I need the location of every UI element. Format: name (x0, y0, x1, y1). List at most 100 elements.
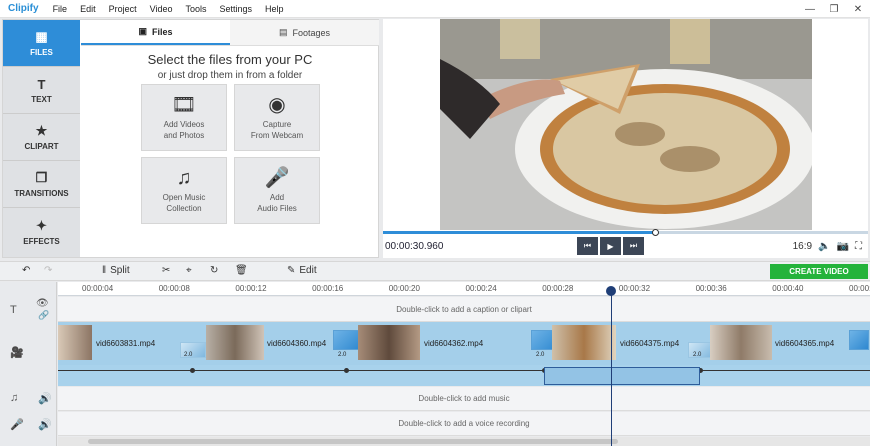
music-notes-icon: ♫ (176, 166, 192, 189)
clip-name[interactable]: vid6604360.mp4 (267, 339, 326, 348)
tile-label: From Webcam (250, 130, 304, 140)
cut-icon[interactable]: ✂ (162, 265, 170, 276)
create-video-button[interactable]: CREATE VIDEO (770, 264, 868, 279)
add-audio-files-button[interactable]: 🎤 Add Audio Files (234, 157, 320, 224)
ruler-tick-label: 00:00:36 (695, 284, 727, 293)
files-tabs: ▣ Files ▤ Footages (81, 20, 379, 46)
sidebar-item-effects[interactable]: ✦ EFFECTS (3, 208, 80, 255)
clip-thumbnail (206, 325, 264, 360)
video-track[interactable]: vid6603831.mp4 2.0 vid6604360.mp4 2.0 vi… (58, 322, 870, 386)
rotate-icon[interactable]: ↻ (210, 265, 218, 276)
menu-tools[interactable]: Tools (185, 4, 206, 14)
transition-duration: 2.0 (536, 352, 545, 358)
restore-icon[interactable]: ❐ (822, 0, 846, 18)
selected-clip-range[interactable] (544, 367, 700, 385)
files-icon: ▦ (35, 29, 48, 44)
timeline-scrollbar[interactable] (58, 437, 870, 446)
ruler-tick-label: 00:00:24 (465, 284, 497, 293)
menu-bar: File Edit Project Video Tools Settings H… (53, 4, 284, 14)
close-icon[interactable]: ✕ (846, 0, 870, 18)
title-bar: Clipify File Edit Project Video Tools Se… (0, 0, 870, 18)
tab-label: Files (152, 26, 173, 37)
undo-icon[interactable]: ↶ (22, 265, 30, 276)
progress-knob[interactable] (651, 229, 659, 236)
transition-duration: 2.0 (184, 352, 193, 358)
tab-files[interactable]: ▣ Files (81, 20, 230, 45)
aspect-ratio-selector[interactable]: 16:9 (793, 241, 812, 252)
window-controls: — ❐ ✕ (798, 0, 870, 18)
sidebar-item-label: CLIPART (24, 142, 59, 151)
text-icon: T (37, 76, 46, 92)
timeline-ruler[interactable]: 00:00:04 00:00:08 00:00:12 00:00:16 00:00:20… (58, 282, 870, 296)
menu-help[interactable]: Help (265, 4, 284, 14)
files-panel: ▦ FILES T TEXT ★ CLIPART ❐ TRANSITIONS ✦… (2, 19, 379, 258)
playhead-handle[interactable] (606, 286, 616, 296)
previous-button[interactable]: ⏮ (577, 237, 598, 255)
magic-wand-icon: ✦ (36, 217, 47, 233)
tile-label: Open Music (162, 192, 206, 202)
crop-icon[interactable]: ⌖ (186, 265, 192, 276)
play-button[interactable]: ▶ (600, 237, 621, 255)
text-track-icon: T (10, 304, 17, 316)
clip-name[interactable]: vid6603831.mp4 (96, 339, 155, 348)
music-track[interactable]: Double-click to add music (58, 387, 870, 411)
menu-file[interactable]: File (53, 4, 68, 14)
timeline-toolbar: ↶ ↷ ‖ Split ✂ ⌖ ↻ 🗑 ✎ Edit CREATE VIDEO (0, 261, 870, 281)
eye-icon[interactable]: 👁 (36, 298, 49, 309)
menu-settings[interactable]: Settings (219, 4, 252, 14)
clip-name[interactable]: vid6604365.mp4 (775, 339, 834, 348)
playback-progress-bar[interactable] (383, 229, 868, 236)
transition-thumbnail[interactable] (333, 330, 361, 350)
minimize-icon[interactable]: — (798, 0, 822, 18)
files-title: Select the files from your PC (147, 52, 313, 67)
link-icon[interactable]: 🔗 (38, 310, 49, 321)
ruler-tick-label: 00:00:28 (542, 284, 574, 293)
sidebar-item-label: FILES (30, 48, 53, 57)
video-frame-image (440, 19, 812, 230)
transition-thumbnail[interactable] (849, 330, 869, 350)
sidebar-item-transitions[interactable]: ❐ TRANSITIONS (3, 161, 80, 208)
next-button[interactable]: ⏭ (623, 237, 644, 255)
sidebar: ▦ FILES T TEXT ★ CLIPART ❐ TRANSITIONS ✦… (3, 20, 80, 257)
clip-boundary-marker[interactable] (344, 368, 349, 373)
playback-controls: ⏮ ▶ ⏭ (577, 237, 644, 255)
skip-forward-icon: ⏭ (629, 241, 638, 250)
sidebar-item-label: EFFECTS (23, 236, 60, 246)
edit-icon: ✎ (287, 265, 296, 276)
volume-icon[interactable]: 🔈 (818, 241, 830, 252)
files-subtitle: or just drop them in from a folder (157, 70, 303, 81)
scrollbar-thumb[interactable] (88, 439, 618, 444)
caption-hint: Double-click to add a caption or clipart (396, 304, 532, 314)
menu-video[interactable]: Video (150, 4, 173, 14)
film-camera-icon: 🎞 (171, 93, 197, 116)
ruler-tick-label: 00:00:4 (849, 284, 870, 293)
clip-boundary-marker[interactable] (190, 368, 195, 373)
clip-name[interactable]: vid6604362.mp4 (424, 339, 483, 348)
voice-track[interactable]: Double-click to add a voice recording (58, 412, 870, 436)
volume-icon[interactable]: 🔊 (38, 392, 52, 405)
tile-label: Capture (262, 119, 292, 129)
edit-button[interactable]: ✎ Edit (287, 265, 317, 276)
clip-thumbnail (358, 325, 420, 360)
caption-track[interactable]: Double-click to add a caption or clipart (58, 297, 870, 322)
tab-footages[interactable]: ▤ Footages (230, 20, 379, 45)
volume-icon[interactable]: 🔊 (38, 418, 52, 431)
split-button[interactable]: ‖ Split (102, 265, 130, 276)
sidebar-item-clipart[interactable]: ★ CLIPART (3, 114, 80, 161)
fullscreen-icon[interactable]: ⛶ (855, 241, 862, 252)
add-videos-photos-button[interactable]: 🎞 Add Videos and Photos (141, 84, 227, 151)
menu-edit[interactable]: Edit (80, 4, 96, 14)
delete-icon[interactable]: 🗑 (235, 265, 248, 276)
open-music-collection-button[interactable]: ♫ Open Music Collection (141, 157, 227, 224)
sidebar-item-files[interactable]: ▦ FILES (3, 20, 80, 67)
snapshot-icon[interactable]: 📷 (837, 241, 849, 252)
capture-webcam-button[interactable]: ◉ Capture From Webcam (234, 84, 320, 151)
webcam-icon: ◉ (268, 93, 286, 116)
sidebar-item-text[interactable]: T TEXT (3, 67, 80, 114)
clip-name[interactable]: vid6604375.mp4 (620, 339, 679, 348)
clip-boundary-line (58, 370, 870, 371)
ruler-tick-label: 00:00:32 (618, 284, 651, 293)
redo-icon[interactable]: ↷ (44, 265, 52, 276)
menu-project[interactable]: Project (109, 4, 137, 14)
ruler-tick-label: 00:00:40 (772, 284, 804, 293)
